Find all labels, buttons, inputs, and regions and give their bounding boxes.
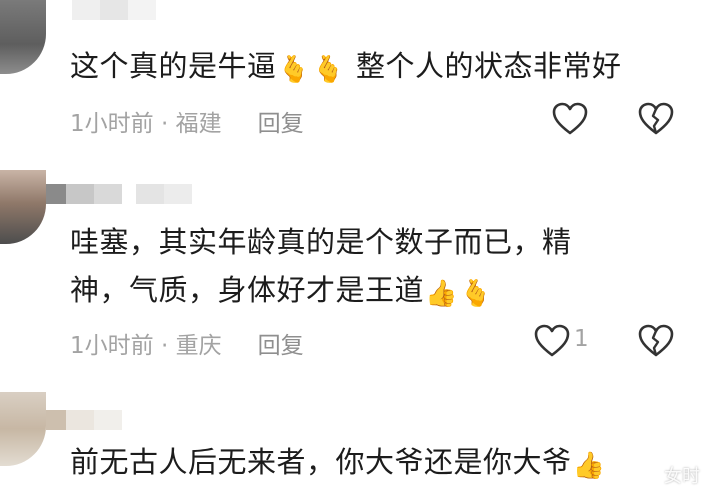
username-blurred[interactable] [46, 410, 122, 430]
comment-text-line: 哇塞，其实年龄真的是个数子而已，精 [70, 225, 572, 259]
username-blurred[interactable] [72, 0, 156, 20]
emoji-icon: 👍 [425, 279, 458, 309]
comment-location: 重庆 [175, 333, 222, 359]
emoji-icon: 🫰 [277, 55, 311, 85]
comment-item: 这个真的是牛逼🫰🫰 整个人的状态非常好 1小时前 · 福建 回复 [0, 0, 706, 150]
heart-outline-icon[interactable] [552, 102, 588, 136]
comment-time: 1小时前 [70, 111, 154, 137]
avatar[interactable] [0, 0, 46, 74]
broken-heart-icon[interactable] [638, 102, 674, 136]
comment-text-part: 这个真的是牛逼 [70, 49, 277, 83]
comment-text-part: 前无古人后无来者，你大爷还是你大爷 [70, 445, 572, 479]
comment-text-line: 神，气质，身体好才是王道👍🫰 [70, 266, 678, 318]
emoji-icon: 👍 [572, 451, 606, 481]
broken-heart-icon[interactable] [638, 324, 674, 358]
emoji-icon: 🫰 [312, 55, 346, 85]
comment-item: 前无古人后无来者，你大爷还是你大爷👍 [0, 392, 706, 492]
comment-text-part: 神，气质，身体好才是王道 [70, 273, 425, 307]
meta-separator: · [153, 333, 176, 359]
avatar[interactable] [0, 170, 46, 244]
comment-location: 福建 [175, 111, 222, 137]
comment-meta: 1小时前 · 重庆 回复 [70, 326, 304, 360]
reply-button[interactable]: 回复 [258, 333, 304, 359]
emoji-icon: 🫰 [459, 279, 493, 309]
comment-item: 哇塞，其实年龄真的是个数子而已，精 神，气质，身体好才是王道👍🫰 1小时前 · … [0, 170, 706, 375]
avatar[interactable] [0, 392, 46, 466]
comment-meta: 1小时前 · 福建 回复 [70, 104, 304, 138]
comment-text-part: 整个人的状态非常好 [355, 49, 622, 83]
like-count: 1 [574, 326, 589, 352]
watermark: 女时 [664, 466, 700, 487]
heart-outline-icon[interactable] [534, 324, 570, 358]
comment-text: 前无古人后无来者，你大爷还是你大爷👍 [70, 438, 678, 490]
comment-text: 哇塞，其实年龄真的是个数子而已，精 神，气质，身体好才是王道👍🫰 [70, 218, 678, 318]
username-blurred[interactable] [46, 184, 192, 204]
reply-button[interactable]: 回复 [258, 111, 304, 137]
comment-time: 1小时前 [70, 333, 154, 359]
comment-text: 这个真的是牛逼🫰🫰 整个人的状态非常好 [70, 42, 678, 94]
meta-separator: · [153, 111, 176, 137]
